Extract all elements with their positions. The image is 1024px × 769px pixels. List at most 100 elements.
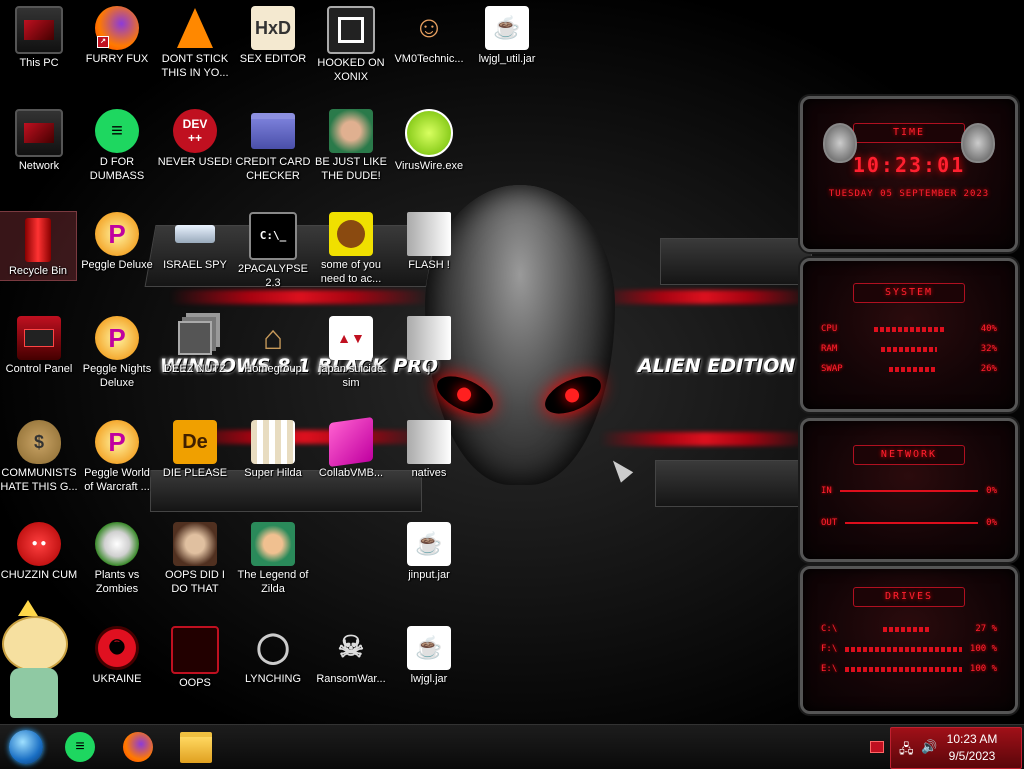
mouse-cursor [606,455,634,483]
desktop-icon-label: j [427,363,431,375]
network-in-graph [839,490,979,492]
desktop-icon-credit-card[interactable]: CREDIT CARD CHECKER [234,103,312,183]
desktop-icon-label: Plants vs Zombies [94,569,140,595]
desktop-icon-japan-sim[interactable]: ▲▼ japan suicide sim [312,310,390,390]
gadget-time-panel[interactable]: TIME 10:23:01 TUESDAY 05 SEPTEMBER 2023 [800,96,1018,252]
character-body [10,668,58,718]
xonix-icon [327,6,375,54]
swap-bar [888,366,935,372]
desktop-icon-peggle-deluxe[interactable]: P Peggle Deluxe [78,206,156,272]
lime-icon [405,109,453,157]
gadget-drive-c-row: C:\ 27 % [803,619,1015,639]
gadget-out-row: OUT 0% [803,513,1015,533]
volume-icon[interactable]: 🔊 [921,739,937,755]
desktop-icon-plants-vs-zombies[interactable]: Plants vs Zombies [78,516,156,596]
taskbar-spotify-button[interactable]: ≡ [58,727,102,767]
network-status-icon[interactable]: 🖧 [899,740,914,762]
desktop-icon-israel-spy[interactable]: ISRAEL SPY [156,206,234,272]
desktop-icon-lwjgl-jar[interactable]: ☕ lwjgl.jar [390,620,468,686]
desktop-icon-viruswire[interactable]: VirusWire.exe [390,103,468,173]
oops-icon [171,626,219,674]
desktop-icon-be-just-like[interactable]: BE JUST LIKE THE DUDE! [312,103,390,183]
desktop-icon-peggle-wow[interactable]: P Peggle World of Warcraft ... [78,414,156,494]
firefox-icon: ↗ [95,6,139,50]
desktop-icon-lynching[interactable]: ◯ LYNCHING [234,620,312,686]
desktop-icon-never-used[interactable]: DEV ++ NEVER USED! [156,103,234,169]
show-hidden-icons-button[interactable] [870,741,884,753]
desktop-icon-sex-editor[interactable]: HxD SEX EDITOR [234,0,312,66]
tray-clock-date[interactable]: 9/5/2023 [937,749,1007,763]
desktop-icon-label: The Legend of Zilda [237,569,309,595]
desktop-icon-chuzzin[interactable]: ● ● CHUZZIN CUM [0,516,78,582]
collabvm-icon [329,416,373,468]
taskbar-file-explorer-button[interactable] [174,727,218,767]
desktop-icon-recycle-bin[interactable]: Recycle Bin [0,211,77,281]
desktop-icon-label: Peggle Nights Deluxe [82,363,152,389]
desktop-icon-control-panel[interactable]: Control Panel [0,310,78,376]
desktop-icon-dont-stick[interactable]: DONT STICK THIS IN YO... [156,0,234,80]
desktop-icon-hooked-on-xonix[interactable]: HOOKED ON XONIX [312,0,390,84]
desktop-icon-oops-did-i[interactable]: OOPS DID I DO THAT [156,516,234,596]
desktop-icon-label: Control Panel [5,363,73,375]
desktop-icon-die-please[interactable]: De DIE PLEASE [156,414,234,480]
desktop-icon-communists[interactable]: $ COMMUNISTS HATE THIS G... [0,414,78,494]
desktop-icon-jinput-jar[interactable]: ☕ jinput.jar [390,516,468,582]
desktop-icon-homegroup[interactable]: ⌂ Homegroup [234,310,312,376]
java-icon: ☕ [485,6,529,50]
desktop-icon-label: Recycle Bin [8,265,68,277]
skull-icon: ☠ [337,631,365,664]
tray-clock-time[interactable]: 10:23 AM [937,732,1007,746]
gadget-drives-panel[interactable]: DRIVES C:\ 27 % F:\ 100 % E:\ 100 % [800,566,1018,714]
gadget-system-panel[interactable]: SYSTEM CPU 40% RAM 32% SWAP 26% [800,258,1018,412]
desktop-icon-label: some of you need to ac... [320,259,382,285]
alien-head-icon [961,123,995,163]
taskbar-firefox-button[interactable] [116,727,160,767]
credit-card-icon [251,109,295,153]
gadget-drive-f-row: F:\ 100 % [803,639,1015,659]
ram-bar [880,346,938,352]
start-button[interactable] [4,727,48,767]
system-tray[interactable]: 🖧 🔊 10:23 AM 9/5/2023 [890,727,1022,769]
desktop-icon-label: Homegroup [244,363,302,375]
chuzzle-icon: ● ● [17,522,61,566]
desktop-icon-oops[interactable]: OOPS [156,620,234,690]
desktop-icon-vm0technic[interactable]: ☺ VM0Technic... [390,0,468,66]
gadget-network-panel[interactable]: NETWORK IN 0% OUT 0% [800,418,1018,562]
desktop-icon-j[interactable]: j [390,310,468,376]
desktop-icon-network[interactable]: Network [0,103,78,173]
desktop-icon-deez-nutz[interactable]: DEEZ NUTZ [156,310,234,376]
gadget-system-title: SYSTEM [853,283,965,303]
desktop-icon-peggle-nights[interactable]: P Peggle Nights Deluxe [78,310,156,390]
radiation-icon: ☢ [95,626,139,670]
gadget-row-label: C:\ [821,624,838,634]
gadget-network-title: NETWORK [853,445,965,465]
desktop-icon-super-hilda[interactable]: Super Hilda [234,414,312,480]
peggle-icon: P [95,212,139,256]
beaver-icon [329,212,373,256]
desktop-icon-some-of-you[interactable]: some of you need to ac... [312,206,390,286]
desktop-icon-legend-of-zilda[interactable]: The Legend of Zilda [234,516,312,596]
folder-icon [407,212,451,256]
gadget-row-value: 32% [980,344,997,354]
desktop-icon-this-pc[interactable]: This PC [0,0,78,70]
desktop-icon-collabvm[interactable]: CollabVMB... [312,414,390,480]
desktop-icon-lwjgl-util-jar[interactable]: ☕ lwjgl_util.jar [468,0,546,66]
desktop-icon-natives[interactable]: natives [390,414,468,480]
elf-icon [329,109,373,153]
alien-head-icon [823,123,857,163]
desktop-icon-label: RansomWar... [316,673,386,685]
desktop-icon-ransomware[interactable]: ☠ RansomWar... [312,620,390,686]
java-icon: ☕ [407,626,451,670]
wallpaper-plate [655,460,812,507]
alien-eye [539,368,607,422]
desktop-icon-furry-fux[interactable]: ↗ FURRY FUX [78,0,156,66]
desktop-icon-label: CHUZZIN CUM [0,569,78,581]
desktop-icon-flash[interactable]: FLASH ! [390,206,468,272]
desktop-icon-d-for-dumbass[interactable]: ≡ D FOR DUMBASS [78,103,156,183]
game-icon: ▲▼ [329,316,373,360]
gadget-row-label: OUT [821,518,838,528]
drive-c-bar [882,626,931,632]
desktop-icon-ukraine[interactable]: ☢ UKRAINE [78,620,156,686]
gadget-ram-row: RAM 32% [803,339,1015,359]
desktop-icon-2pacalypse[interactable]: C:\_ 2PACALYPSE 2.3 [234,206,312,290]
